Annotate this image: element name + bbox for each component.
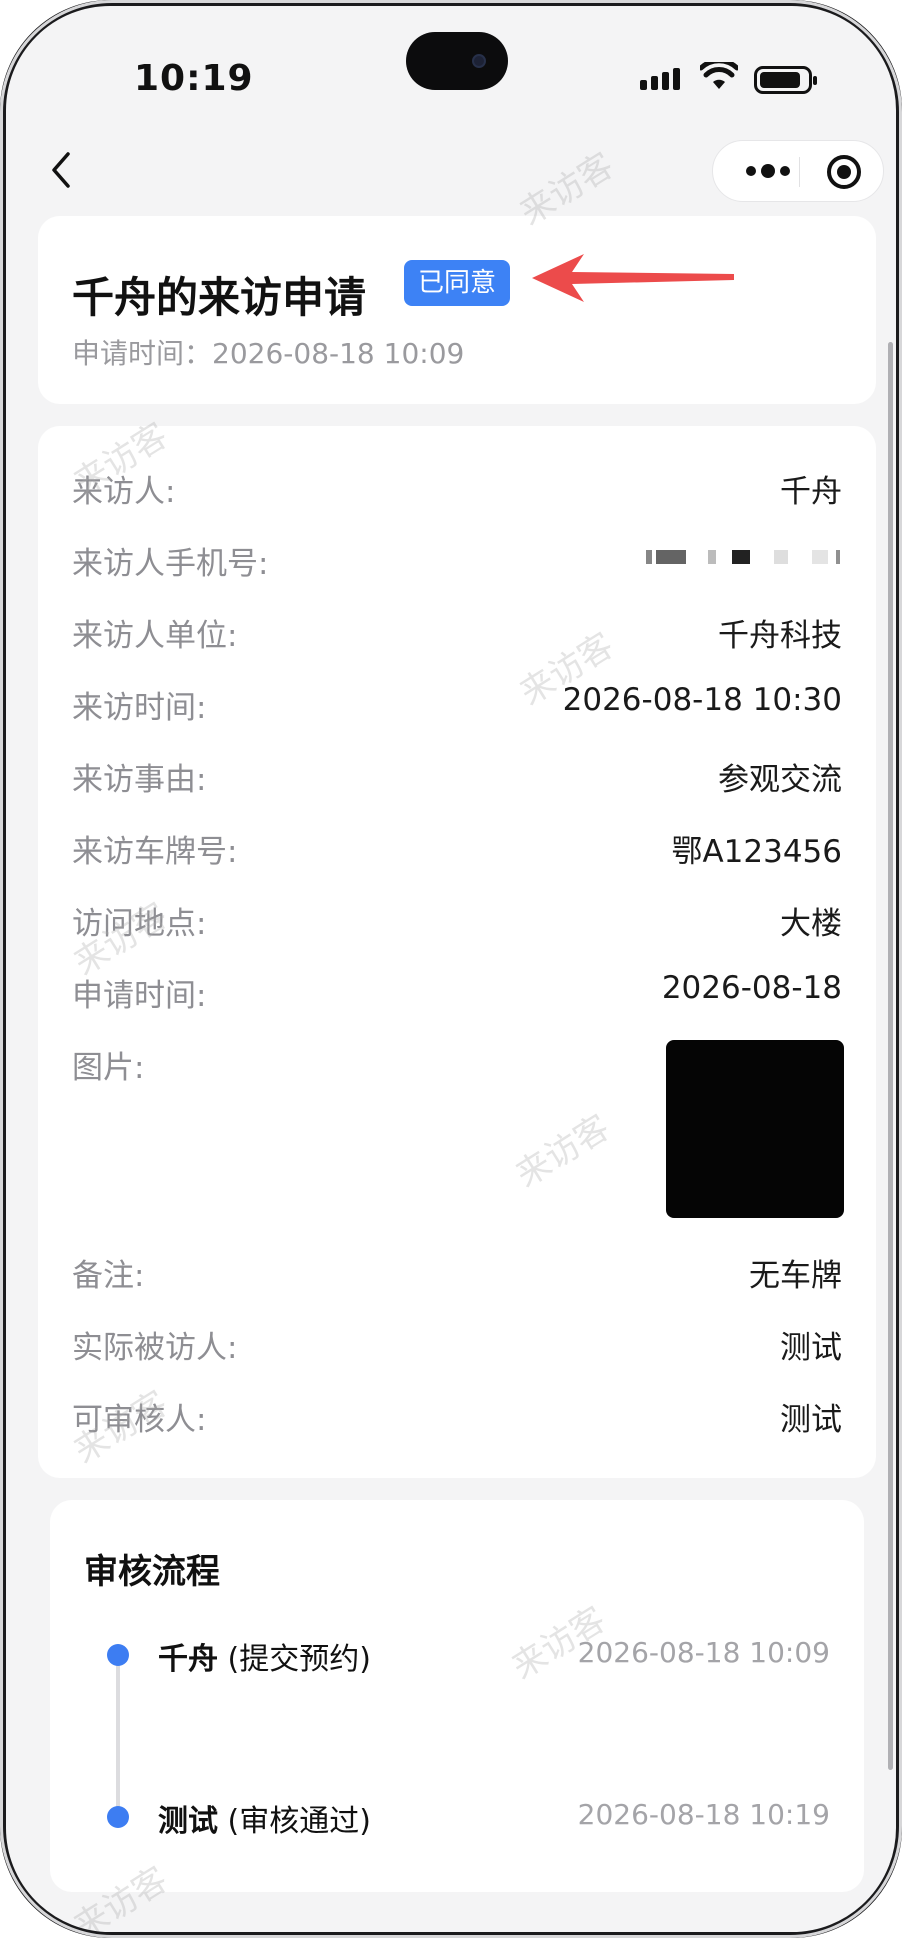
wifi-icon <box>700 62 738 89</box>
capsule-divider <box>799 157 800 187</box>
more-icon[interactable] <box>743 161 793 181</box>
step-time: 2026-08-18 10:09 <box>577 1636 830 1669</box>
step-time: 2026-08-18 10:19 <box>577 1798 830 1831</box>
detail-label: 来访人手机号: <box>72 546 269 582</box>
flow-step: 测试 (审核通过) <box>158 1796 371 1840</box>
timeline-dot <box>107 1644 129 1666</box>
detail-label: 来访事由: <box>72 762 207 798</box>
status-badge: 已同意 <box>404 260 511 306</box>
status-time: 10:19 <box>134 58 254 99</box>
visitor-photo-thumbnail[interactable] <box>666 1040 844 1218</box>
detail-value: 千舟科技 <box>718 618 842 654</box>
detail-label: 申请时间: <box>72 978 207 1014</box>
detail-value: 2026-08-18 10:30 <box>562 682 842 718</box>
detail-row-location: 访问地点: 大楼 <box>72 898 842 942</box>
detail-label: 访问地点: <box>72 906 207 942</box>
detail-row-phone: 来访人手机号: <box>72 538 842 582</box>
mini-program-capsule <box>712 140 884 202</box>
detail-row-visit-time: 来访时间: 2026-08-18 10:30 <box>72 682 842 726</box>
approval-flow-card: 审核流程 千舟 (提交预约) 2026-08-18 10:09 测试 (审核通过… <box>50 1500 864 1892</box>
detail-row-visitor: 来访人: 千舟 <box>72 466 842 510</box>
detail-row-reason: 来访事由: 参观交流 <box>72 754 842 798</box>
scrollbar[interactable] <box>888 342 893 1770</box>
detail-label: 实际被访人: <box>72 1330 238 1366</box>
step-name: 千舟 <box>158 1642 218 1677</box>
battery-icon <box>754 66 817 94</box>
back-icon[interactable] <box>42 148 82 192</box>
detail-row-actual-host: 实际被访人: 测试 <box>72 1322 842 1366</box>
detail-value: 2026-08-18 <box>661 970 842 1006</box>
detail-row-apply-date: 申请时间: 2026-08-18 <box>72 970 842 1014</box>
step-name: 测试 <box>158 1804 218 1839</box>
annotation-arrow-icon <box>532 254 734 302</box>
detail-value: 无车牌 <box>749 1258 842 1294</box>
apply-time-value: 2026-08-18 10:09 <box>212 337 465 370</box>
apply-time: 申请时间：2026-08-18 10:09 <box>72 332 464 372</box>
flow-step: 千舟 (提交预约) <box>158 1634 371 1678</box>
detail-value: 测试 <box>780 1402 842 1438</box>
step-action: (审核通过) <box>227 1804 371 1839</box>
detail-label: 图片: <box>72 1050 145 1086</box>
camera-icon <box>472 54 486 68</box>
signal-icon <box>640 68 680 90</box>
detail-row-company: 来访人单位: 千舟科技 <box>72 610 842 654</box>
detail-value: 千舟 <box>780 474 842 510</box>
detail-row-plate: 来访车牌号: 鄂A123456 <box>72 826 842 870</box>
detail-label: 可审核人: <box>72 1402 207 1438</box>
timeline-dot <box>107 1806 129 1828</box>
detail-label: 来访人单位: <box>72 618 238 654</box>
detail-value: 参观交流 <box>718 762 842 798</box>
detail-row-approver: 可审核人: 测试 <box>72 1394 842 1438</box>
application-header-card: 千舟的来访申请 已同意 申请时间：2026-08-18 10:09 <box>38 216 876 404</box>
page-title: 千舟的来访申请 <box>72 273 367 322</box>
detail-label: 来访时间: <box>72 690 207 726</box>
dynamic-island <box>406 32 508 90</box>
detail-row-remark: 备注: 无车牌 <box>72 1250 842 1294</box>
timeline-line <box>116 1656 120 1822</box>
apply-time-label: 申请时间： <box>72 337 213 370</box>
detail-value: 大楼 <box>780 906 842 942</box>
close-mini-program-icon[interactable] <box>827 155 861 189</box>
phone-screen: 10:19 千舟的来访申请 已同意 申请时间：2026-08-18 10:09 <box>0 0 902 1938</box>
visitor-details-card: 来访人: 千舟 来访人手机号: 来访人单位: 千舟科技 来访时间: 2026-0… <box>38 426 876 1478</box>
flow-title: 审核流程 <box>84 1552 220 1592</box>
detail-label: 来访人: <box>72 474 176 510</box>
detail-label: 备注: <box>72 1258 145 1294</box>
detail-value: 测试 <box>780 1330 842 1366</box>
detail-label: 来访车牌号: <box>72 834 238 870</box>
step-action: (提交预约) <box>227 1642 371 1677</box>
detail-value: 鄂A123456 <box>671 834 842 870</box>
redacted-phone-number <box>642 544 842 570</box>
